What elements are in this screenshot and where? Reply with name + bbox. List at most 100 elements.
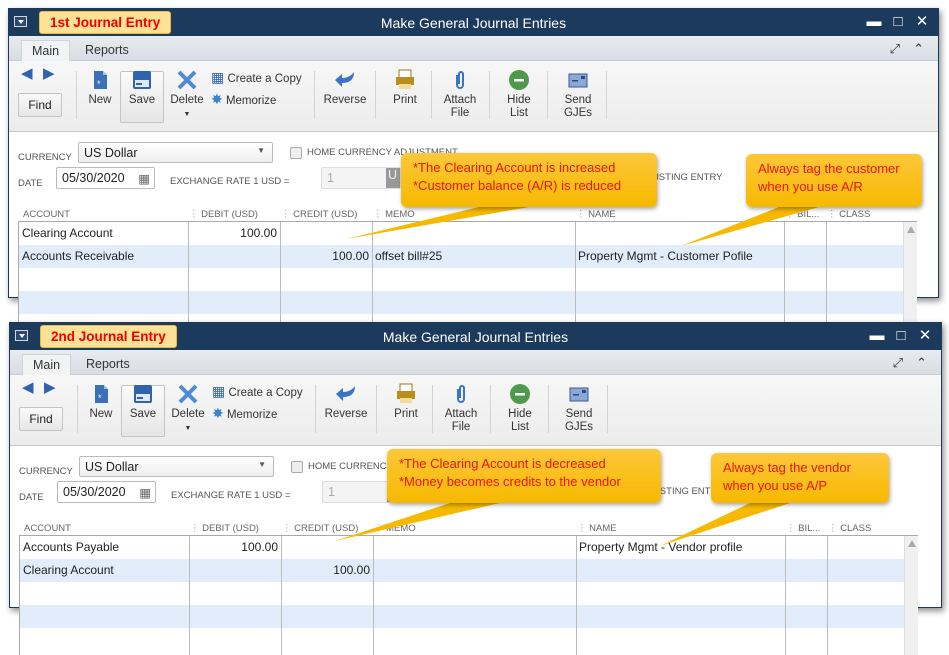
table-cell[interactable] xyxy=(827,559,908,582)
find-button[interactable]: Find xyxy=(18,93,62,117)
table-cell[interactable] xyxy=(827,536,908,559)
print-button[interactable]: Print xyxy=(387,69,423,107)
new-button[interactable]: * New xyxy=(86,383,116,421)
tab-reports[interactable]: Reports xyxy=(75,40,139,61)
vertical-scrollbar[interactable] xyxy=(904,536,918,655)
table-cell[interactable]: 100.00 xyxy=(280,245,372,268)
create-copy-button[interactable]: ▦ Create a Copy xyxy=(212,384,303,400)
reverse-button[interactable]: Reverse xyxy=(322,383,370,421)
table-cell[interactable] xyxy=(576,559,785,582)
delete-button[interactable]: Delete ▼ xyxy=(169,69,205,121)
table-row[interactable]: Accounts Receivable 100.00 offset bill#25 P… xyxy=(19,245,907,268)
table-cell[interactable]: Clearing Account xyxy=(19,222,188,245)
maximize-icon[interactable]: □ xyxy=(893,327,909,345)
home-currency-checkbox[interactable] xyxy=(290,147,302,159)
currency-select[interactable]: US Dollar ▼ xyxy=(78,142,273,163)
minimize-icon[interactable]: ▬ xyxy=(869,327,885,345)
next-arrow-icon[interactable]: ▶ xyxy=(44,380,56,395)
column-header[interactable]: ACCOUNT xyxy=(23,209,70,221)
table-cell[interactable]: Property Mgmt - Vendor profile xyxy=(576,536,785,559)
table-cell[interactable]: Accounts Payable xyxy=(20,536,189,559)
table-row[interactable]: Accounts Payable 100.00 Property Mgmt - Ve… xyxy=(20,536,908,559)
home-currency-checkbox[interactable] xyxy=(291,461,303,473)
date-field[interactable]: 05/30/2020 ▦ xyxy=(56,167,155,189)
expand-icon[interactable]: ⤢ xyxy=(890,41,900,57)
table-cell[interactable]: 100.00 xyxy=(281,559,373,582)
table-cell[interactable]: 100.00 xyxy=(189,536,281,559)
exchange-rate-field[interactable]: 1U xyxy=(321,167,401,189)
table-cell[interactable]: Property Mgmt - Customer Pofile xyxy=(575,245,784,268)
table-cell[interactable]: offset bill#25 xyxy=(372,245,575,268)
table-cell[interactable] xyxy=(785,536,827,559)
hide-list-button[interactable]: Hide List xyxy=(502,383,538,434)
previous-arrow-icon[interactable]: ◀ xyxy=(22,380,34,395)
table-cell[interactable] xyxy=(784,245,826,268)
send-gjes-button[interactable]: Send GJEs xyxy=(557,69,599,120)
column-header[interactable]: ⋮ NAME xyxy=(576,209,616,221)
column-header[interactable]: ACCOUNT xyxy=(24,523,71,535)
delete-button[interactable]: Delete ▼ xyxy=(170,383,206,435)
send-gjes-button[interactable]: Send GJEs xyxy=(558,383,600,434)
tab-main[interactable]: Main xyxy=(21,40,71,61)
column-header[interactable]: ⋮ CLASS xyxy=(828,523,871,535)
table-row[interactable]: Clearing Account 100.00 xyxy=(19,222,907,245)
column-header[interactable]: ⋮ BIL... xyxy=(785,209,819,221)
maximize-icon[interactable]: □ xyxy=(890,13,906,31)
expand-icon[interactable]: ⤢ xyxy=(893,355,903,371)
column-header[interactable]: ⋮ BIL... xyxy=(786,523,820,535)
attach-file-button[interactable]: Attach File xyxy=(442,383,480,434)
hide-list-button[interactable]: Hide List xyxy=(501,69,537,120)
table-cell[interactable] xyxy=(575,222,784,245)
print-button[interactable]: Print xyxy=(388,383,424,421)
date-field[interactable]: 05/30/2020 ▦ xyxy=(57,481,156,503)
column-header[interactable]: ⋮ CREDIT (USD) xyxy=(281,209,357,221)
tab-reports[interactable]: Reports xyxy=(76,354,140,375)
previous-arrow-icon[interactable]: ◀ xyxy=(21,66,33,81)
table-cell[interactable]: Clearing Account xyxy=(20,559,189,582)
calendar-icon[interactable]: ▦ xyxy=(139,485,151,500)
column-header[interactable]: ⋮ NAME xyxy=(577,523,617,535)
memorize-button[interactable]: ✸ Memorize xyxy=(211,92,276,108)
table-cell[interactable] xyxy=(281,536,373,559)
table-cell[interactable] xyxy=(280,222,372,245)
table-cell[interactable] xyxy=(784,222,826,245)
close-icon[interactable]: ✕ xyxy=(917,327,933,345)
column-header[interactable]: ⋮ MEMO xyxy=(373,209,415,221)
column-header[interactable]: ⋮ DEBIT (USD) xyxy=(189,209,258,221)
collapse-ribbon-icon[interactable]: ⌃ xyxy=(913,41,924,57)
table-cell[interactable] xyxy=(826,222,907,245)
memorize-button[interactable]: ✸ Memorize xyxy=(212,406,277,422)
calendar-icon[interactable]: ▦ xyxy=(138,171,150,186)
table-cell[interactable] xyxy=(188,245,280,268)
table-cell[interactable] xyxy=(372,222,575,245)
table-cell[interactable] xyxy=(189,559,281,582)
table-row[interactable] xyxy=(20,582,908,605)
table-row[interactable]: Clearing Account 100.00 xyxy=(20,559,908,582)
column-header[interactable]: ⋮ MEMO xyxy=(374,523,416,535)
currency-select[interactable]: US Dollar ▼ xyxy=(79,456,274,477)
save-button[interactable]: Save xyxy=(122,69,162,107)
column-header[interactable]: ⋮ CLASS xyxy=(827,209,870,221)
table-row[interactable] xyxy=(20,605,908,628)
find-button[interactable]: Find xyxy=(19,407,63,431)
close-icon[interactable]: ✕ xyxy=(914,13,930,31)
table-row[interactable] xyxy=(19,268,907,291)
table-cell[interactable] xyxy=(373,559,576,582)
tab-main[interactable]: Main xyxy=(22,354,72,375)
table-cell[interactable] xyxy=(373,536,576,559)
reverse-button[interactable]: Reverse xyxy=(321,69,369,107)
column-header[interactable]: ⋮ DEBIT (USD) xyxy=(190,523,259,535)
collapse-ribbon-icon[interactable]: ⌃ xyxy=(916,355,927,371)
minimize-icon[interactable]: ▬ xyxy=(866,13,882,31)
attach-file-button[interactable]: Attach File xyxy=(441,69,479,120)
table-row[interactable] xyxy=(19,291,907,314)
new-button[interactable]: * New xyxy=(85,69,115,107)
table-cell[interactable]: Accounts Receivable xyxy=(19,245,188,268)
table-cell[interactable]: 100.00 xyxy=(188,222,280,245)
table-cell[interactable] xyxy=(785,559,827,582)
table-cell[interactable] xyxy=(826,245,907,268)
next-arrow-icon[interactable]: ▶ xyxy=(43,66,55,81)
column-header[interactable]: ⋮ CREDIT (USD) xyxy=(282,523,358,535)
save-button[interactable]: Save xyxy=(123,383,163,421)
create-copy-button[interactable]: ▦ Create a Copy xyxy=(211,70,302,86)
